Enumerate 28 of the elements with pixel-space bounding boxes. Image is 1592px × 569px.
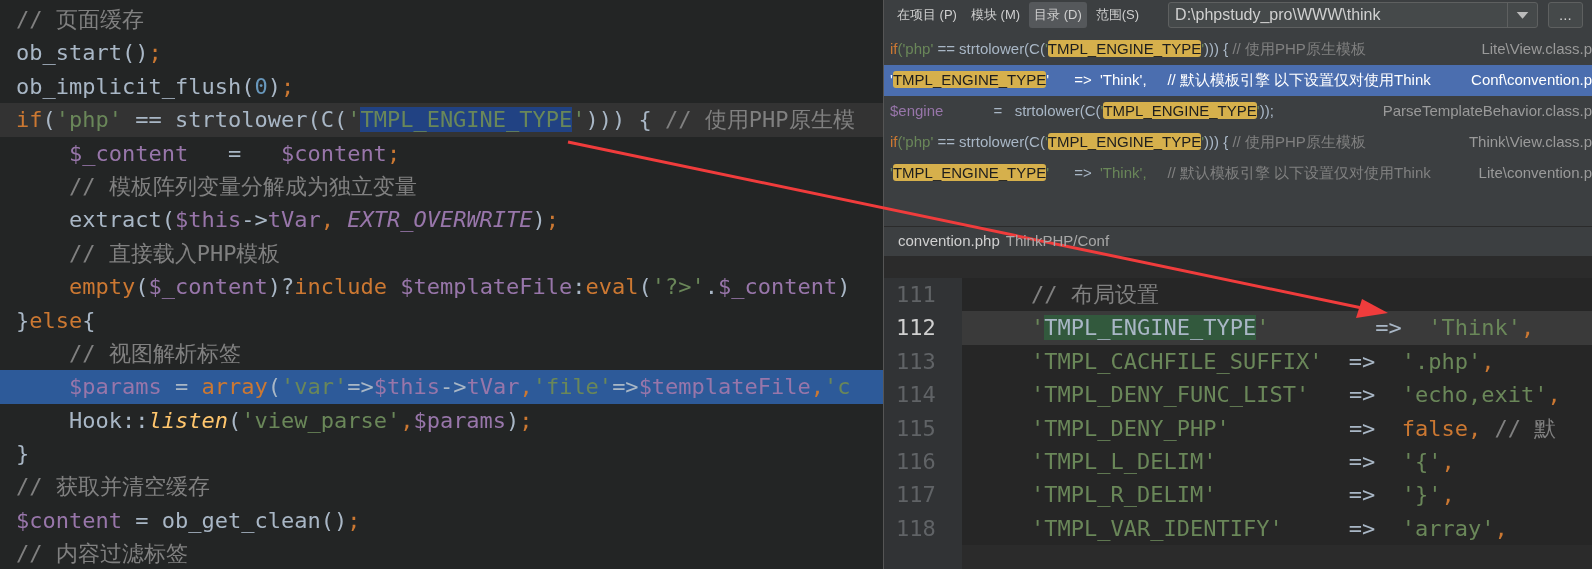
scope-tab[interactable]: 模块 (M)	[965, 2, 1026, 28]
code-line: ob_implicit_flush(0);	[15, 72, 296, 101]
search-result-row[interactable]: if('php' == strtolower(C('TMPL_ENGINE_TYPE'))) { // 使用PHP原生模板 Think\View.class.p	[884, 127, 1592, 158]
code-line: Hook::listen('view_parse',$params);	[67, 406, 534, 435]
code-line: extract($this->tVar, EXTR_OVERWRITE);	[67, 206, 561, 235]
code-line: // 内容过滤标签	[15, 540, 189, 569]
code-line: $content = ob_get_clean();	[15, 506, 362, 535]
scope-tab[interactable]: 范围(S)	[1090, 2, 1145, 28]
file-name: convention.php	[898, 231, 1000, 252]
code-line: // 获取并清空缓存	[15, 473, 211, 502]
search-result-row[interactable]: $engine = strtolower(C('TMPL_ENGINE_TYPE')); ParseTemplateBehavior.class.p	[884, 96, 1592, 127]
scope-tab[interactable]: 目录 (D)	[1029, 2, 1087, 28]
scope-tab[interactable]: 在项目 (P)	[892, 2, 962, 28]
search-result-row[interactable]: 'TMPL_ENGINE_TYPE' => 'Think', // 默认模板引擎 以下设置仅对使用Think Lite\convention.p	[884, 158, 1592, 189]
code-line: // 模板阵列变量分解成为独立变量	[67, 172, 418, 201]
search-result-row[interactable]: 'TMPL_ENGINE_TYPE' => 'Think', // 默认模板引擎 以下设置仅对使用Think Conf\convention.p	[884, 65, 1592, 96]
code-line: // 直接载入PHP模板	[67, 239, 282, 268]
code-line: $_content = $content;	[67, 139, 402, 168]
line-number: 112	[895, 314, 937, 343]
code-line: // 视图解析标签	[67, 339, 242, 368]
code-line: }	[15, 440, 31, 469]
directory-field[interactable]: D:\phpstudy_pro\WWW\think	[1168, 2, 1539, 28]
search-result-row[interactable]: if('php' == strtolower(C('TMPL_ENGINE_TYPE'))) { // 使用PHP原生模板 Lite\View.class.p	[884, 34, 1592, 65]
code-line: // 页面缓存	[15, 6, 145, 34]
code-line: }else{	[15, 306, 97, 335]
browse-button[interactable]: ...	[1548, 2, 1583, 28]
code-line: ob_start();	[15, 39, 163, 68]
code-line: empty($_content)?include $templateFile:eval('?>'.$_content)	[67, 273, 852, 302]
